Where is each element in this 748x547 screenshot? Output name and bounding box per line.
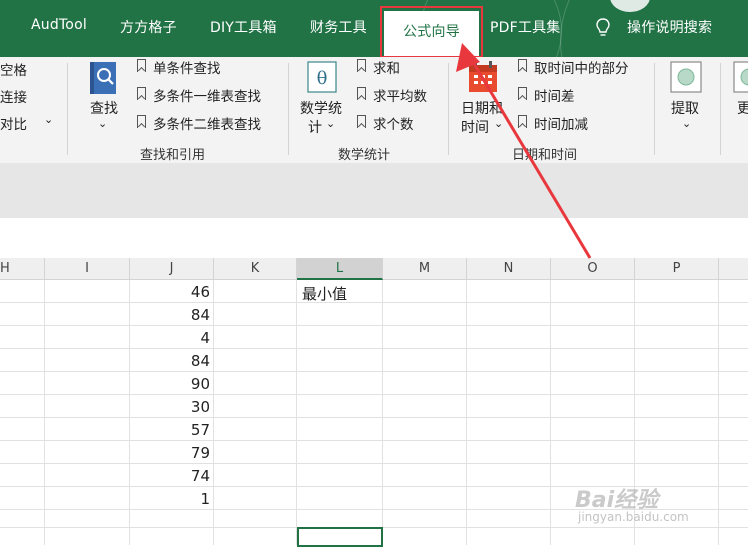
- annotation-arrow: [456, 43, 592, 259]
- watermark-url: jingyan.baidu.com: [578, 510, 689, 524]
